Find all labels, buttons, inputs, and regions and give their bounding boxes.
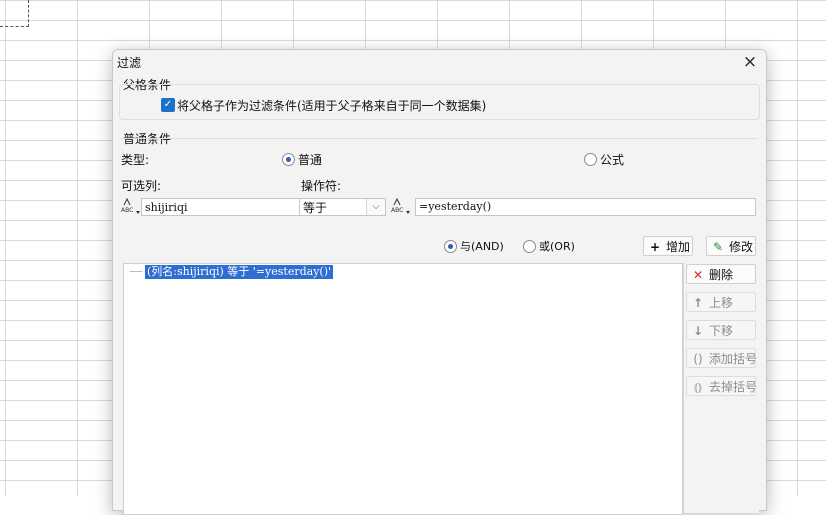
add-bracket-button[interactable]: () 添加括号	[686, 348, 757, 368]
parent-condition-label: 将父格子作为过滤条件(适用于父子格来自于同一个数据集)	[177, 99, 487, 113]
edit-icon: ✎	[712, 240, 724, 254]
arrow-down-icon: ↓	[692, 324, 704, 338]
type-normal-label: 普通	[298, 153, 323, 167]
svg-text:ABC: ABC	[391, 207, 403, 214]
dialog-titlebar[interactable]: 过滤 ×	[113, 50, 766, 74]
move-up-button[interactable]: ↑ 上移	[686, 292, 756, 312]
logic-or-label: 或(OR)	[539, 240, 575, 253]
operator-select[interactable]: 等于 ⌵	[299, 198, 386, 216]
cell-selection-marquee	[0, 0, 29, 27]
operator-label: 操作符:	[301, 179, 342, 193]
column-select-value: shijiriqi	[145, 201, 188, 214]
condition-list[interactable]: (列名:shijiriqi) 等于 '=yesterday()'	[123, 263, 683, 515]
move-down-button[interactable]: ↓ 下移	[686, 320, 756, 340]
value-input[interactable]	[415, 198, 756, 216]
plus-icon: +	[649, 240, 661, 254]
dialog-title: 过滤	[117, 56, 142, 70]
logic-or-radio[interactable]	[523, 240, 536, 253]
abc-type-icon: ABC	[121, 197, 141, 216]
arrow-up-icon: ↑	[692, 296, 704, 310]
type-normal-radio[interactable]	[282, 153, 295, 166]
delete-button[interactable]: ✕ 删除	[686, 264, 756, 284]
condition-item[interactable]: (列名:shijiriqi) 等于 '=yesterday()'	[145, 265, 334, 279]
type-formula-label: 公式	[600, 153, 625, 167]
delete-x-icon: ✕	[692, 268, 704, 282]
operator-select-value: 等于	[303, 201, 328, 215]
abc-type-icon: ABC	[391, 197, 411, 216]
list-action-panel: ✕ 删除 ↑ 上移 ↓ 下移 () 添加括号 ⦅⦆ 去掉括号	[683, 263, 759, 513]
logic-and-radio[interactable]	[444, 240, 457, 253]
filter-dialog: 过滤 × 父格条件 ✓ 将父格子作为过滤条件(适用于父子格来自于同一个数据集) …	[112, 49, 767, 515]
add-button[interactable]: + 增加	[643, 236, 693, 256]
tree-connector	[130, 271, 142, 272]
column-select[interactable]: shijiriqi ⌵	[141, 198, 323, 216]
chevron-down-icon[interactable]: ⌵	[366, 199, 385, 215]
column-label: 可选列:	[121, 179, 162, 193]
normal-condition-divider	[119, 138, 758, 140]
type-label: 类型:	[121, 153, 150, 167]
parent-condition-checkbox[interactable]: ✓	[161, 98, 175, 112]
remove-bracket-icon: ⦅⦆	[694, 380, 702, 394]
close-icon[interactable]: ×	[740, 52, 760, 72]
svg-text:ABC: ABC	[121, 207, 133, 214]
modify-button[interactable]: ✎ 修改	[706, 236, 756, 256]
logic-and-label: 与(AND)	[460, 240, 504, 253]
bracket-icon: ()	[693, 352, 703, 366]
remove-bracket-button[interactable]: ⦅⦆ 去掉括号	[686, 376, 757, 396]
type-formula-radio[interactable]	[584, 153, 597, 166]
